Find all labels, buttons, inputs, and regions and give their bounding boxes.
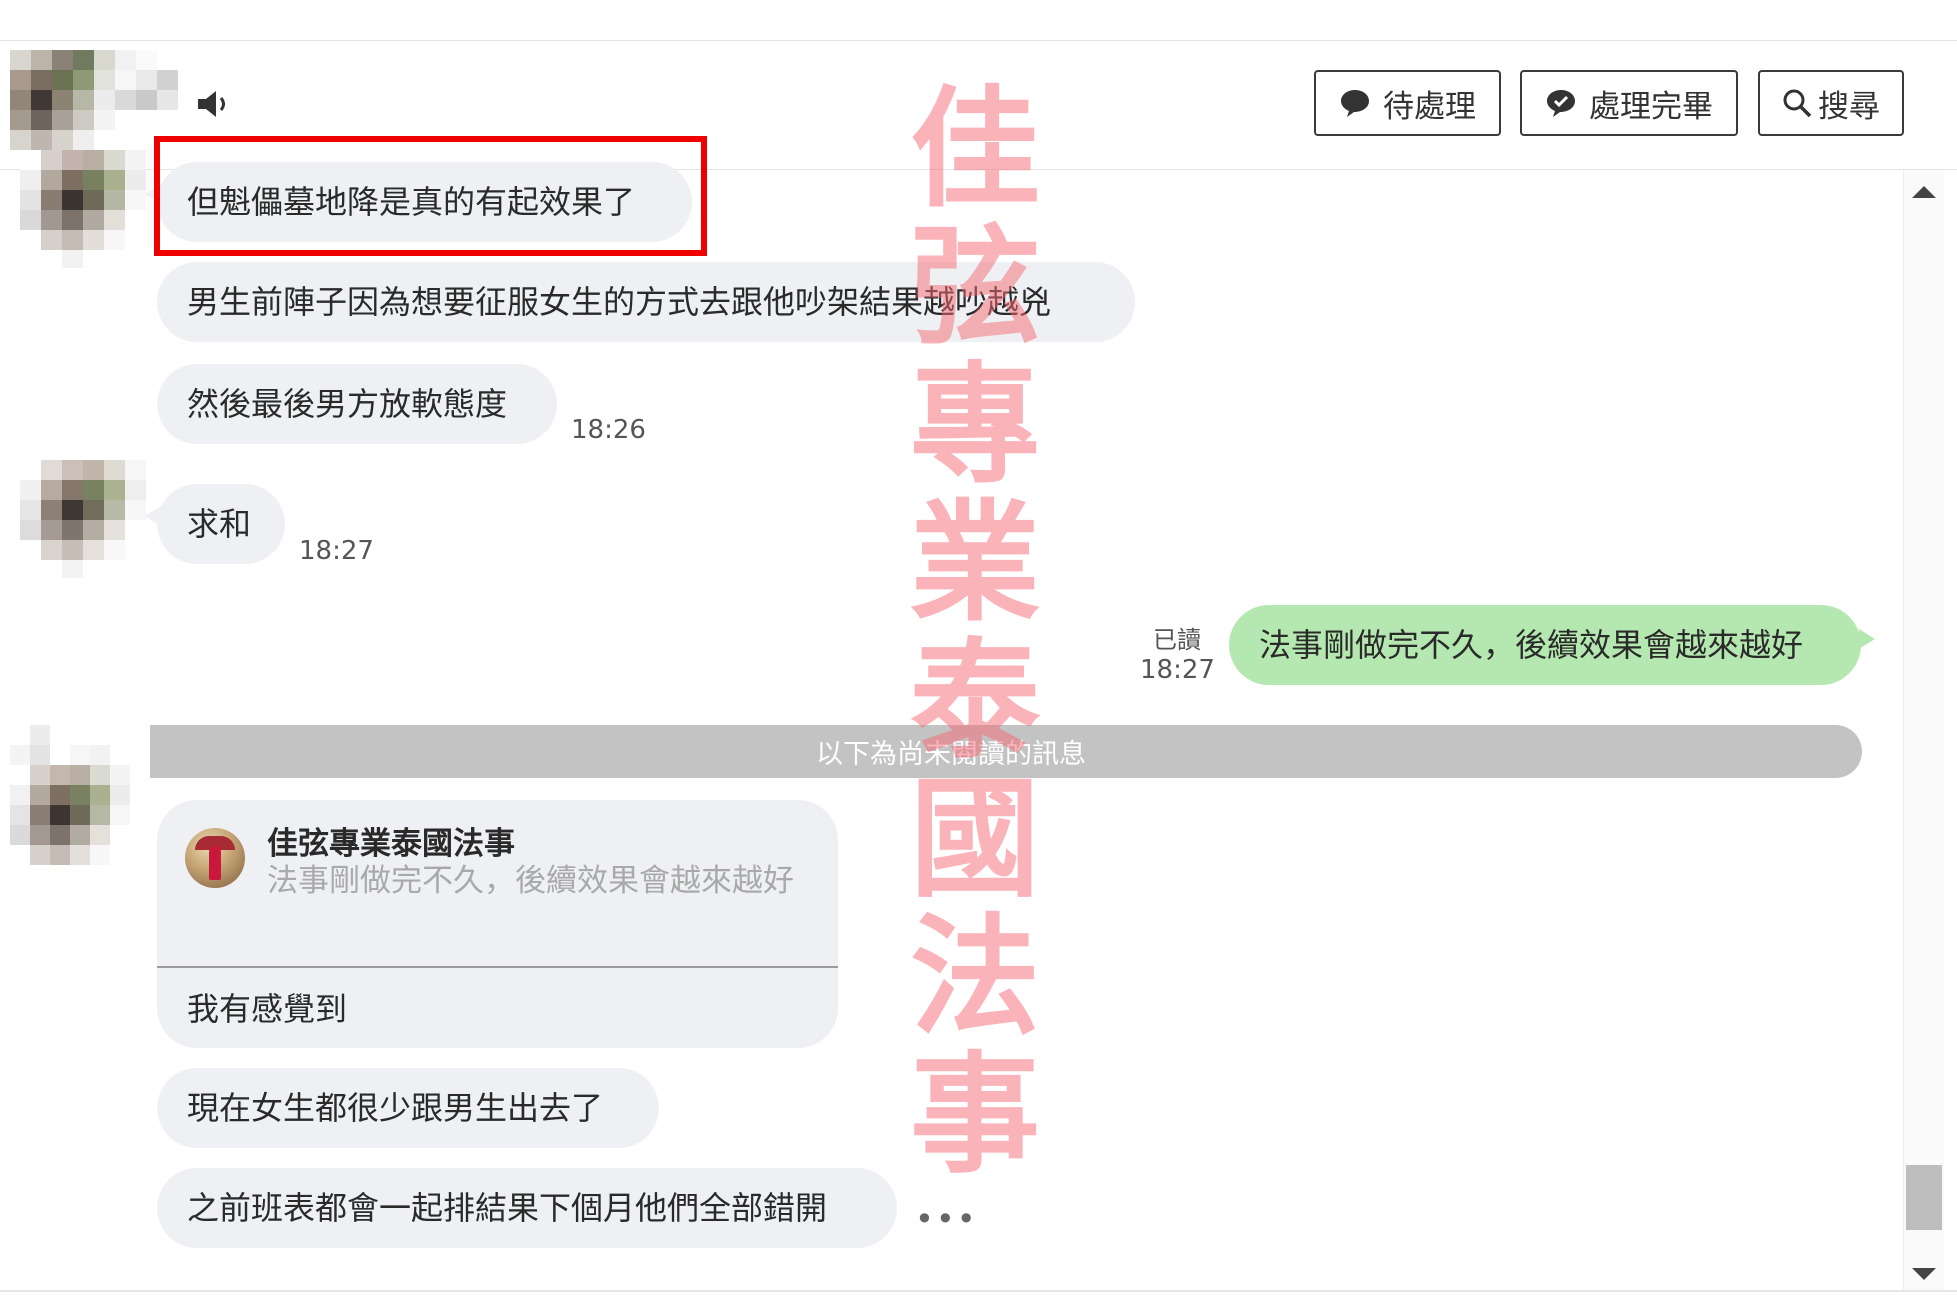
message-text: 男生前陣子因為想要征服女生的方式去跟他吵架結果越吵越兇: [187, 283, 1052, 321]
unread-divider-label: 以下為尚未閱讀的訊息: [816, 739, 1086, 770]
quoted-message-text: 法事剛做完不久，後續效果會越來越好: [267, 863, 794, 899]
sender-avatar[interactable]: [20, 150, 146, 268]
message-text: 求和: [187, 505, 252, 543]
quoted-message[interactable]: 佳弦專業泰國法事 法事剛做完不久，後續效果會越來越好: [157, 800, 838, 968]
chat-bubble-icon: [1339, 88, 1371, 118]
done-label: 處理完畢: [1589, 88, 1713, 125]
pending-button[interactable]: 待處理: [1314, 70, 1501, 136]
scroll-up-arrow-icon[interactable]: [1912, 186, 1936, 198]
quoted-sender-avatar: [185, 828, 245, 888]
footer-divider: [0, 1290, 1957, 1292]
sender-avatar[interactable]: [20, 460, 146, 578]
more-options-icon[interactable]: •••: [915, 1200, 978, 1238]
read-status: 已讀: [1153, 626, 1201, 654]
reply-text: 我有感覺到: [187, 990, 348, 1028]
search-icon: [1782, 88, 1812, 118]
message-time: 18:27: [1140, 655, 1215, 685]
message-bubble[interactable]: 求和: [145, 484, 285, 564]
message-text: 法事剛做完不久，後續效果會越來越好: [1259, 626, 1804, 664]
check-bubble-icon: [1545, 88, 1577, 118]
top-strip: [0, 0, 1957, 41]
message-time: 18:27: [299, 536, 374, 566]
search-label: 搜尋: [1818, 88, 1880, 125]
chat-scrollbar[interactable]: [1903, 170, 1944, 1290]
pending-label: 待處理: [1383, 88, 1476, 125]
chat-area[interactable]: 但魁儡墓地降是真的有起效果了 男生前陣子因為想要征服女生的方式去跟他吵架結果越吵…: [0, 150, 1903, 1290]
unread-divider: 以下為尚未閱讀的訊息: [40, 725, 1862, 778]
message-time: 18:26: [571, 415, 646, 445]
scroll-thumb[interactable]: [1906, 1165, 1942, 1230]
message-text: 之前班表都會一起排結果下個月他們全部錯開: [187, 1189, 828, 1227]
message-bubble[interactable]: 男生前陣子因為想要征服女生的方式去跟他吵架結果越吵越兇: [157, 262, 1135, 342]
quoted-sender-name: 佳弦專業泰國法事: [267, 826, 515, 862]
reply-message-bubble[interactable]: 佳弦專業泰國法事 法事剛做完不久，後續效果會越來越好 我有感覺到: [157, 800, 838, 1048]
scroll-down-arrow-icon[interactable]: [1912, 1268, 1936, 1280]
message-bubble[interactable]: 然後最後男方放軟態度: [157, 364, 557, 444]
sender-avatar[interactable]: [10, 725, 150, 865]
search-button[interactable]: 搜尋: [1758, 70, 1904, 136]
message-text: 然後最後男方放軟態度: [187, 385, 508, 423]
done-button[interactable]: 處理完畢: [1520, 70, 1738, 136]
contact-avatar[interactable]: [10, 50, 180, 150]
outgoing-message-bubble[interactable]: 法事剛做完不久，後續效果會越來越好: [1229, 605, 1875, 685]
speaker-icon[interactable]: [196, 88, 232, 124]
message-text: 現在女生都很少跟男生出去了: [187, 1089, 604, 1127]
message-bubble[interactable]: 之前班表都會一起排結果下個月他們全部錯開: [157, 1168, 897, 1248]
message-bubble[interactable]: 現在女生都很少跟男生出去了: [157, 1068, 659, 1148]
highlight-annotation-box: [154, 136, 707, 256]
